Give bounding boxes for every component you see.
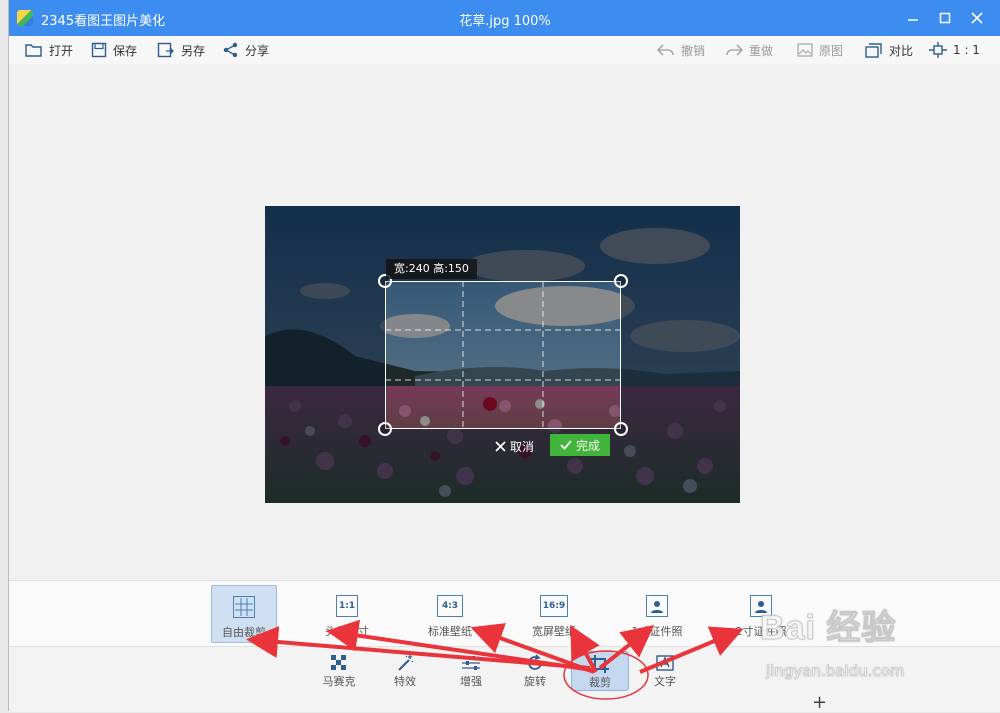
compare-label: 对比	[889, 43, 914, 58]
tool-enhance[interactable]: 增强	[443, 651, 499, 689]
original-button[interactable]: 原图	[797, 40, 843, 60]
folder-open-icon	[25, 44, 42, 57]
close-icon	[971, 12, 983, 24]
open-button[interactable]: 打开	[25, 40, 73, 60]
add-icon: +	[812, 692, 828, 713]
tool-label: 文字	[654, 675, 676, 688]
crop-handle-bottom-right[interactable]	[614, 422, 628, 436]
redo-button[interactable]: 重做	[725, 40, 773, 60]
tool-effects[interactable]: 特效	[377, 651, 433, 689]
mosaic-icon	[331, 654, 347, 672]
original-label: 原图	[819, 43, 844, 58]
crop-option-label: 自由裁剪	[222, 626, 266, 639]
rotate-icon	[526, 654, 544, 672]
save-label: 保存	[113, 43, 138, 58]
maximize-icon	[939, 12, 951, 24]
ratio-label: 1 : 1	[953, 43, 980, 57]
tool-label: 增强	[460, 675, 482, 688]
crop-option-label: 头像尺寸	[325, 625, 369, 638]
crop-size-label: 宽:240 高:150	[386, 259, 477, 279]
close-button[interactable]	[961, 6, 993, 30]
close-icon	[495, 440, 506, 452]
tool-rotate[interactable]: 旋转	[507, 651, 563, 689]
save-icon	[91, 42, 107, 58]
crop-option-free[interactable]: 自由裁剪	[211, 585, 277, 643]
crop-option-avatar[interactable]: 1:1 头像尺寸	[315, 585, 379, 641]
baidu-jingyan-watermark: Bai 经验 jingyan.baidu.com	[759, 600, 1000, 690]
check-icon	[560, 440, 572, 450]
open-label: 打开	[49, 43, 74, 58]
crop-cancel-label: 取消	[510, 439, 535, 454]
actual-size-button[interactable]: 1 : 1	[929, 40, 980, 60]
toolbar: 打开 保存 另存 分享 撤销 重做 原图 对比 1: 1	[9, 36, 1000, 65]
tool-crop[interactable]: 裁剪	[571, 651, 629, 691]
crop-option-label: 宽屏壁纸	[532, 625, 576, 638]
redo-label: 重做	[749, 43, 774, 58]
save-as-button[interactable]: 另存	[157, 40, 205, 60]
undo-button[interactable]: 撤销	[657, 40, 705, 60]
undo-icon	[657, 44, 674, 56]
crop-done-button[interactable]: 完成	[550, 434, 610, 456]
tool-label: 马赛克	[322, 675, 356, 688]
ratio-4-3-icon: 4:3	[437, 595, 463, 617]
tool-mosaic[interactable]: 马赛克	[311, 651, 367, 689]
text-icon	[656, 654, 674, 672]
photo-flowers: 宽:240 高:150 取消 完成	[265, 206, 740, 503]
crop-handle-top-right[interactable]	[614, 274, 628, 288]
share-label: 分享	[245, 43, 270, 58]
save-as-icon	[157, 42, 174, 58]
crop-icon	[591, 655, 609, 673]
crop-option-standard-wallpaper[interactable]: 4:3 标准壁纸	[418, 585, 482, 641]
sliders-icon	[462, 654, 480, 672]
fit-arrows-icon	[929, 42, 947, 58]
minimize-button[interactable]	[897, 6, 929, 30]
crop-done-label: 完成	[575, 438, 600, 453]
share-button[interactable]: 分享	[223, 40, 269, 60]
crop-option-label: 标准壁纸	[428, 625, 472, 638]
grid-icon	[233, 596, 255, 618]
window-title: 花草.jpg 100%	[459, 14, 551, 29]
tool-label: 旋转	[524, 675, 546, 688]
ratio-1-1-icon: 1:1	[336, 595, 358, 617]
image-icon	[797, 43, 813, 57]
save-as-label: 另存	[181, 43, 206, 58]
save-button[interactable]: 保存	[91, 40, 137, 60]
crop-cancel-button[interactable]: 取消	[495, 436, 534, 456]
watermark-logo: Bai 经验	[759, 609, 897, 648]
person-id-icon	[646, 595, 668, 617]
title-bar[interactable]: 2345看图王图片美化 花草.jpg 100%	[9, 0, 1000, 36]
crop-grid-lines	[385, 281, 621, 429]
maximize-button[interactable]	[929, 6, 961, 30]
tool-label: 特效	[394, 675, 416, 688]
undo-label: 撤销	[681, 43, 706, 58]
magic-wand-icon	[396, 654, 414, 672]
tool-label: 裁剪	[589, 676, 611, 689]
share-icon	[223, 42, 238, 58]
compare-icon	[865, 42, 882, 58]
minimize-icon	[908, 19, 918, 21]
crop-selection-box[interactable]	[378, 274, 628, 436]
redo-icon	[726, 44, 743, 56]
crop-option-widescreen-wallpaper[interactable]: 16:9 宽屏壁纸	[522, 585, 586, 641]
watermark-url: jingyan.baidu.com	[766, 662, 905, 681]
crop-option-label: 1寸证件照	[631, 625, 683, 638]
ratio-16-9-icon: 16:9	[540, 595, 568, 617]
image-canvas[interactable]: 宽:240 高:150 取消 完成	[9, 64, 1000, 580]
crop-handle-bottom-left[interactable]	[378, 422, 392, 436]
compare-button[interactable]: 对比	[865, 40, 913, 60]
tool-text[interactable]: 文字	[637, 651, 693, 689]
crop-option-1inch-id[interactable]: 1寸证件照	[625, 585, 689, 641]
